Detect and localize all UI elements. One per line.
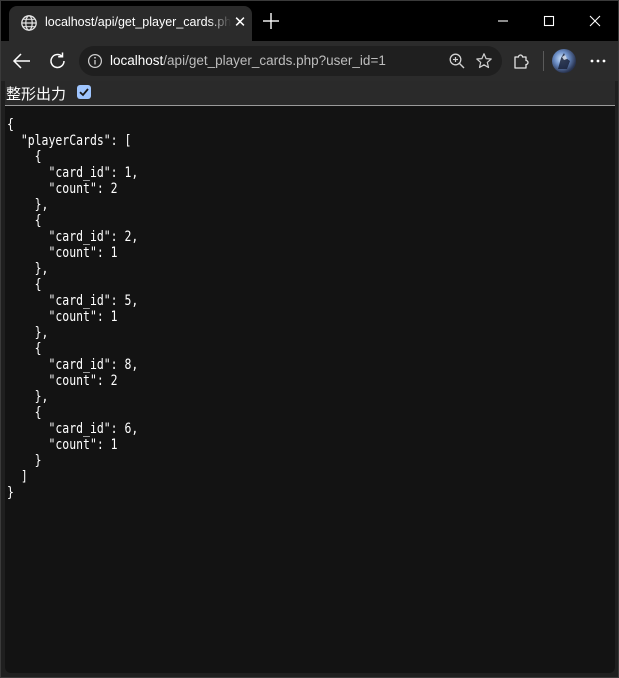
- tab-active[interactable]: localhost/api/get_player_cards.php?user_…: [9, 6, 252, 41]
- json-line: }: [7, 453, 42, 469]
- json-output: { "playerCards": [ { "card_id": 1, "coun…: [7, 117, 138, 501]
- json-line: {: [7, 341, 42, 357]
- tab-strip: localhost/api/get_player_cards.php?user_…: [1, 1, 618, 41]
- avatar[interactable]: [552, 49, 576, 73]
- page-content: 整形出力 { "playerCards": [ { "card_id": 1, …: [5, 81, 615, 673]
- pretty-print-bar: 整形出力: [5, 81, 615, 106]
- json-line: }: [7, 485, 14, 501]
- info-icon[interactable]: [87, 53, 103, 69]
- toolbar: localhost/api/get_player_cards.php?user_…: [1, 41, 618, 81]
- address-host: localhost: [110, 53, 164, 68]
- toolbar-divider: [543, 51, 544, 71]
- globe-icon: [20, 14, 38, 32]
- json-line: "count": 2: [7, 373, 118, 389]
- json-line: {: [7, 277, 42, 293]
- minimize-button[interactable]: [480, 1, 526, 41]
- browser-window: localhost/api/get_player_cards.php?user_…: [0, 0, 619, 678]
- json-line: },: [7, 261, 49, 277]
- json-line: "playerCards": [: [7, 133, 132, 149]
- puzzle-icon[interactable]: [511, 51, 531, 71]
- tab-title: localhost/api/get_player_cards.php?user_…: [45, 15, 231, 29]
- json-line: "card_id": 6,: [7, 421, 139, 437]
- json-line: "count": 1: [7, 245, 118, 261]
- plus-icon[interactable]: [260, 10, 282, 32]
- address-path: /api/get_player_cards.php?user_id=1: [163, 53, 386, 68]
- star-icon[interactable]: [475, 52, 493, 70]
- close-icon[interactable]: ✕: [231, 13, 249, 31]
- json-line: },: [7, 389, 49, 405]
- more-icon[interactable]: [588, 53, 608, 69]
- json-line: ]: [7, 469, 28, 485]
- json-line: "card_id": 1,: [7, 165, 139, 181]
- address-url[interactable]: localhost/api/get_player_cards.php?user_…: [110, 53, 386, 68]
- back-arrow-icon[interactable]: [9, 49, 35, 73]
- json-line: },: [7, 325, 49, 341]
- json-line: "card_id": 2,: [7, 229, 139, 245]
- json-line: "card_id": 8,: [7, 357, 139, 373]
- json-line: },: [7, 197, 49, 213]
- window-close-button[interactable]: [572, 1, 618, 41]
- json-line: {: [7, 405, 42, 421]
- json-line: {: [7, 213, 42, 229]
- pretty-print-checkbox[interactable]: [77, 85, 91, 99]
- address-bar[interactable]: localhost/api/get_player_cards.php?user_…: [79, 46, 502, 76]
- maximize-button[interactable]: [526, 1, 572, 41]
- json-line: "card_id": 5,: [7, 293, 139, 309]
- json-line: {: [7, 149, 42, 165]
- json-line: "count": 1: [7, 437, 118, 453]
- json-line: {: [7, 117, 14, 133]
- json-line: "count": 1: [7, 309, 118, 325]
- zoom-icon[interactable]: [448, 52, 466, 70]
- reload-icon[interactable]: [45, 49, 71, 73]
- pretty-print-label: 整形出力: [6, 85, 67, 103]
- json-line: "count": 2: [7, 181, 118, 197]
